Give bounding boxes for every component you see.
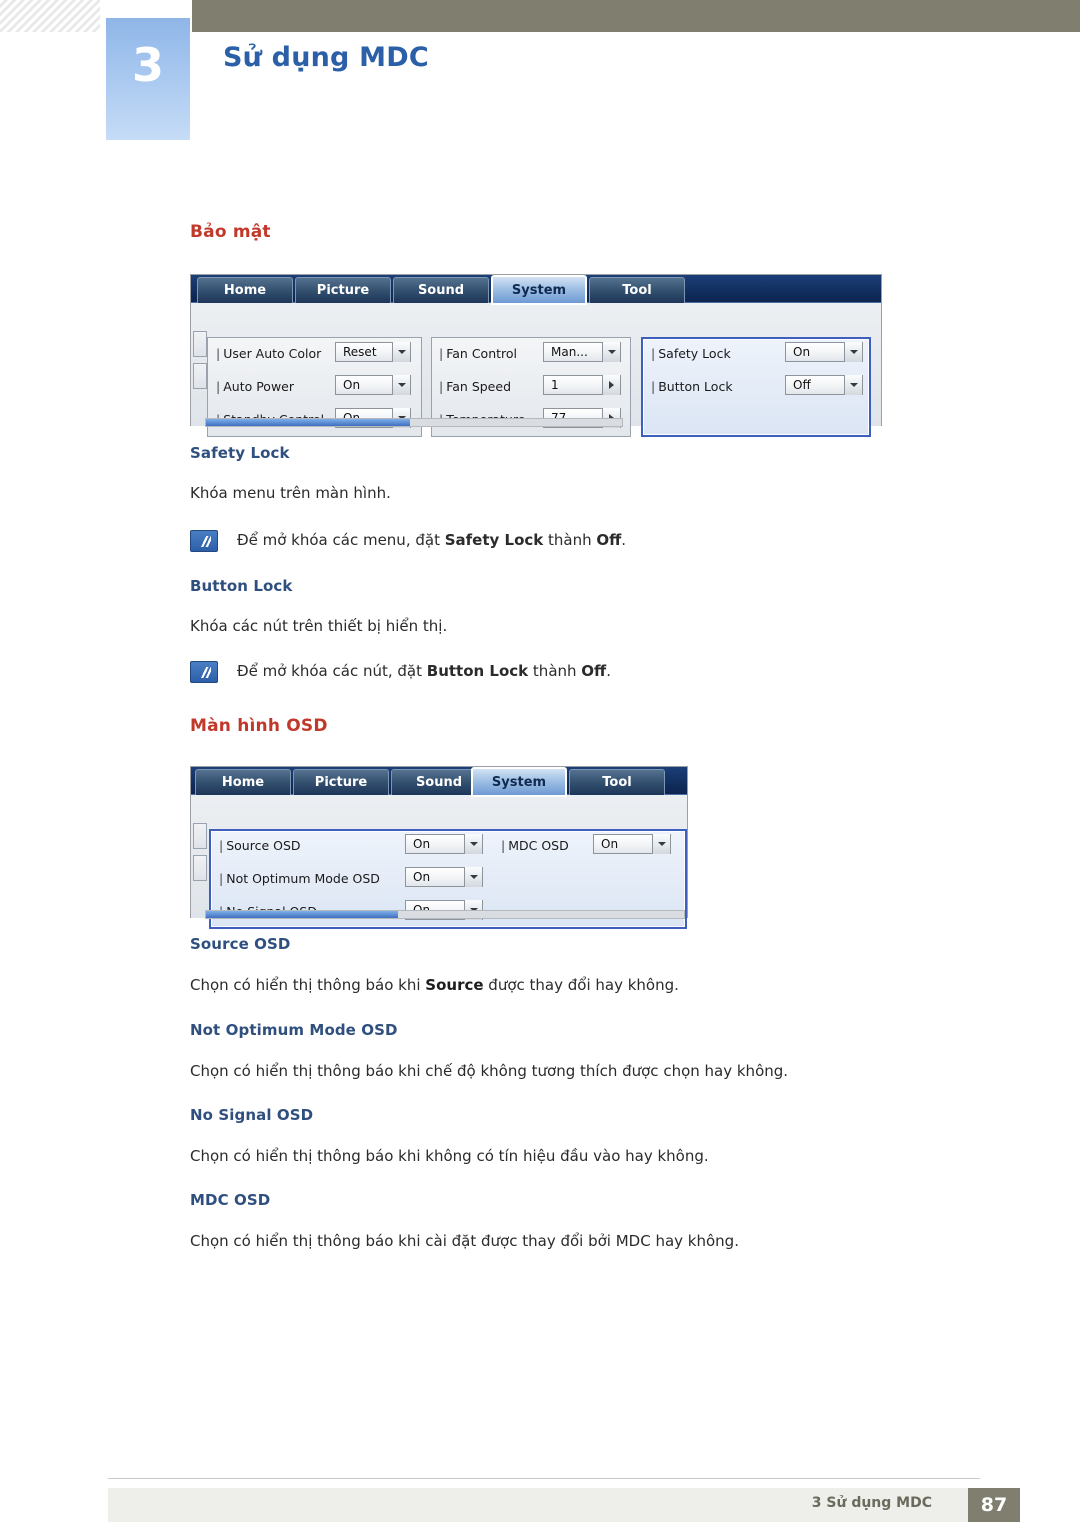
field-label-auto-power: Auto Power: [216, 379, 294, 394]
value-text-mdc-osd: On: [601, 837, 619, 851]
chevron-down-icon-auto-power[interactable]: [392, 375, 410, 395]
chapter-title: Sử dụng MDC: [223, 42, 429, 73]
value-text-button-lock: Off: [793, 378, 811, 392]
note2-prefix: Để mở khóa các nút, đặt: [237, 662, 427, 680]
note1-prefix: Để mở khóa các menu, đặt: [237, 531, 445, 549]
tab-tool-1[interactable]: Tool: [589, 277, 685, 303]
field-label-fan-speed: Fan Speed: [439, 379, 511, 394]
note-text-safety-lock: Để mở khóa các menu, đặt Safety Lock thà…: [237, 531, 626, 549]
tab-picture-1[interactable]: Picture: [295, 277, 391, 303]
scrollbar-thumb-2[interactable]: [206, 911, 398, 918]
field-label-user-auto-color: User Auto Color: [216, 346, 321, 361]
footer-page-number: 87: [968, 1488, 1020, 1522]
field-label-source-osd: Source OSD: [219, 838, 300, 853]
text-button-lock: Khóa các nút trên thiết bị hiển thị.: [190, 617, 448, 635]
subheading-not-optimum-mode-osd: Not Optimum Mode OSD: [190, 1021, 398, 1039]
note2-mid: thành: [528, 662, 582, 680]
note2-bold1: Button Lock: [426, 662, 529, 680]
note1-bold1: Safety Lock: [444, 531, 544, 549]
field-value-fan-speed[interactable]: 1: [543, 375, 621, 395]
footer-chapter-label: 3 Sử dụng MDC: [811, 1495, 932, 1511]
value-text-auto-power: On: [343, 378, 361, 392]
field-value-source-osd[interactable]: On: [405, 834, 483, 854]
side-stub-d: [193, 855, 207, 881]
source-osd-pre: Chọn có hiển thị thông báo khi: [190, 976, 426, 994]
spinner-right-icon-fan-speed[interactable]: [602, 375, 620, 395]
field-value-not-optimum-mode-osd[interactable]: On: [405, 867, 483, 887]
source-osd-bold: Source: [425, 976, 484, 994]
value-text-safety-lock: On: [793, 345, 811, 359]
tab-sound-1[interactable]: Sound: [393, 277, 489, 303]
subheading-safety-lock: Safety Lock: [190, 444, 290, 462]
field-label-button-lock: Button Lock: [651, 379, 732, 394]
note1-bold2: Off: [596, 531, 622, 549]
mdc-body-2: Source OSD On Not Optimum Mode OSD On No…: [191, 795, 687, 929]
note-text-button-lock: Để mở khóa các nút, đặt Button Lock thàn…: [237, 662, 611, 680]
note1-suffix: .: [621, 531, 627, 549]
text-safety-lock: Khóa menu trên màn hình.: [190, 484, 391, 502]
chevron-down-icon-fan-control[interactable]: [602, 342, 620, 362]
value-text-fan-speed: 1: [551, 378, 559, 392]
chevron-down-icon-not-optimum-mode-osd[interactable]: [464, 867, 482, 887]
section-heading-osd: Màn hình OSD: [190, 716, 328, 736]
section-heading-security: Bảo mật: [190, 222, 271, 242]
text-source-osd: Chọn có hiển thị thông báo khi Source đư…: [190, 975, 679, 995]
note2-suffix: .: [606, 662, 611, 680]
subheading-mdc-osd: MDC OSD: [190, 1191, 271, 1209]
value-text-not-optimum-mode-osd: On: [413, 870, 431, 884]
field-value-auto-power[interactable]: On: [335, 375, 411, 395]
source-osd-post: được thay đổi hay không.: [483, 976, 679, 994]
chapter-number: 3: [131, 38, 164, 92]
side-stub-c: [193, 823, 207, 849]
field-label-fan-control: Fan Control: [439, 346, 517, 361]
note-icon-2: [190, 661, 218, 683]
text-mdc-osd: Chọn có hiển thị thông báo khi cài đặt đ…: [190, 1232, 739, 1250]
field-value-safety-lock[interactable]: On: [785, 342, 863, 362]
field-label-mdc-osd: MDC OSD: [501, 838, 569, 853]
tab-system-2[interactable]: System: [471, 767, 567, 797]
note1-mid: thành: [543, 531, 597, 549]
note2-bold2: Off: [581, 662, 607, 680]
chevron-down-icon-source-osd[interactable]: [464, 834, 482, 854]
side-stub-b: [193, 363, 207, 389]
side-stub-a: [193, 331, 207, 357]
chevron-down-icon-mdc-osd[interactable]: [652, 834, 670, 854]
chevron-down-icon-safety-lock[interactable]: [844, 342, 862, 362]
tab-picture-2[interactable]: Picture: [293, 769, 389, 795]
value-text-fan-control: Man...: [551, 345, 588, 359]
tab-tool-2[interactable]: Tool: [569, 769, 665, 795]
chevron-down-icon-button-lock[interactable]: [844, 375, 862, 395]
subheading-source-osd: Source OSD: [190, 935, 291, 953]
subheading-button-lock: Button Lock: [190, 577, 293, 595]
mdc-tabbar-2: Home Picture Sound System Tool: [191, 767, 687, 797]
field-label-safety-lock: Safety Lock: [651, 346, 730, 361]
mdc-body-1: User Auto Color Reset Auto Power On Stan…: [191, 303, 881, 437]
mdc-tabbar-1: Home Picture Sound System Tool: [191, 275, 881, 305]
horizontal-scrollbar-1[interactable]: [205, 418, 623, 427]
note-icon: [190, 530, 218, 552]
value-text-source-osd: On: [413, 837, 431, 851]
mdc-system-window-security[interactable]: Home Picture Sound System Tool User Auto…: [190, 274, 882, 437]
field-value-user-auto-color[interactable]: Reset: [335, 342, 411, 362]
text-no-signal-osd: Chọn có hiển thị thông báo khi không có …: [190, 1147, 709, 1165]
tab-home-1[interactable]: Home: [197, 277, 293, 303]
text-not-optimum-mode-osd: Chọn có hiển thị thông báo khi chế độ kh…: [190, 1062, 789, 1080]
mdc-system-window-osd[interactable]: Home Picture Sound System Tool Source OS…: [190, 766, 688, 929]
tab-system-1[interactable]: System: [491, 275, 587, 305]
scrollbar-thumb-1[interactable]: [206, 419, 410, 426]
chevron-down-icon-user-auto-color[interactable]: [392, 342, 410, 362]
field-value-fan-control[interactable]: Man...: [543, 342, 621, 362]
value-text-user-auto-color: Reset: [343, 345, 377, 359]
horizontal-scrollbar-2[interactable]: [205, 910, 685, 919]
field-label-not-optimum-mode-osd: Not Optimum Mode OSD: [219, 871, 380, 886]
header-hatch-decoration: [0, 0, 100, 32]
field-value-button-lock[interactable]: Off: [785, 375, 863, 395]
subheading-no-signal-osd: No Signal OSD: [190, 1106, 314, 1124]
tab-home-2[interactable]: Home: [195, 769, 291, 795]
header-band: [192, 0, 1080, 32]
footer-divider: [108, 1478, 980, 1479]
field-value-mdc-osd[interactable]: On: [593, 834, 671, 854]
